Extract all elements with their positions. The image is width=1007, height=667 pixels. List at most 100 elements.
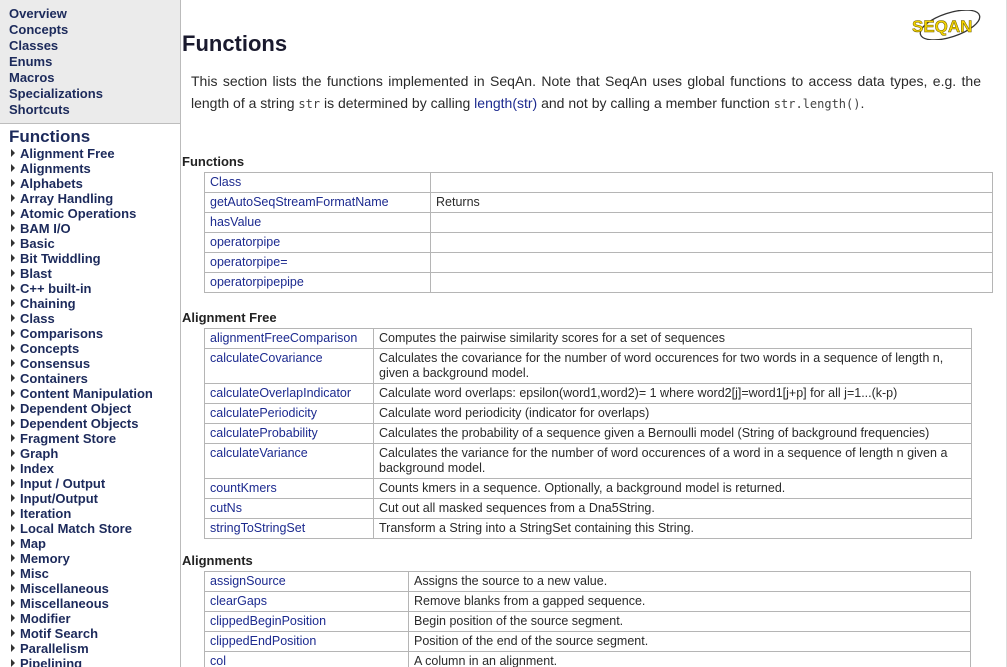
expand-triangle-icon[interactable]	[11, 329, 15, 337]
expand-triangle-icon[interactable]	[11, 554, 15, 562]
sidebar-item[interactable]: Modifier	[11, 611, 180, 626]
function-link[interactable]: getAutoSeqStreamFormatName	[210, 195, 389, 209]
nav-link-enums[interactable]: Enums	[9, 54, 180, 70]
nav-link-overview[interactable]: Overview	[9, 6, 180, 22]
expand-triangle-icon[interactable]	[11, 404, 15, 412]
expand-triangle-icon[interactable]	[11, 179, 15, 187]
expand-triangle-icon[interactable]	[11, 194, 15, 202]
sidebar-item[interactable]: Input / Output	[11, 476, 180, 491]
expand-triangle-icon[interactable]	[11, 239, 15, 247]
sidebar-item[interactable]: Chaining	[11, 296, 180, 311]
sidebar-item[interactable]: Memory	[11, 551, 180, 566]
expand-triangle-icon[interactable]	[11, 389, 15, 397]
nav-link-macros[interactable]: Macros	[9, 70, 180, 86]
sidebar-item[interactable]: Concepts	[11, 341, 180, 356]
sidebar-item[interactable]: Class	[11, 311, 180, 326]
expand-triangle-icon[interactable]	[11, 224, 15, 232]
sidebar-item[interactable]: Dependent Objects	[11, 416, 180, 431]
sidebar-item[interactable]: Content Manipulation	[11, 386, 180, 401]
sidebar-item[interactable]: Comparisons	[11, 326, 180, 341]
sidebar-item[interactable]: Parallelism	[11, 641, 180, 656]
sidebar-item[interactable]: BAM I/O	[11, 221, 180, 236]
nav-link-shortcuts[interactable]: Shortcuts	[9, 102, 180, 118]
expand-triangle-icon[interactable]	[11, 464, 15, 472]
expand-triangle-icon[interactable]	[11, 614, 15, 622]
sidebar-item[interactable]: Motif Search	[11, 626, 180, 641]
expand-triangle-icon[interactable]	[11, 434, 15, 442]
sidebar-item[interactable]: Alphabets	[11, 176, 180, 191]
nav-link-concepts[interactable]: Concepts	[9, 22, 180, 38]
expand-triangle-icon[interactable]	[11, 494, 15, 502]
sidebar-item[interactable]: Basic	[11, 236, 180, 251]
expand-triangle-icon[interactable]	[11, 524, 15, 532]
expand-triangle-icon[interactable]	[11, 479, 15, 487]
sidebar-item[interactable]: Alignments	[11, 161, 180, 176]
expand-triangle-icon[interactable]	[11, 449, 15, 457]
function-link[interactable]: calculatePeriodicity	[210, 406, 317, 420]
function-link[interactable]: assignSource	[210, 574, 286, 588]
seqan-logo[interactable]: SEQAN	[910, 10, 982, 40]
sidebar-item[interactable]: Index	[11, 461, 180, 476]
function-link[interactable]: operatorpipepipe	[210, 275, 304, 289]
function-link[interactable]: clippedBeginPosition	[210, 614, 326, 628]
sidebar-item[interactable]: C++ built-in	[11, 281, 180, 296]
function-link[interactable]: cutNs	[210, 501, 242, 515]
function-link[interactable]: Class	[210, 175, 241, 189]
function-link[interactable]: clearGaps	[210, 594, 267, 608]
function-link[interactable]: alignmentFreeComparison	[210, 331, 357, 345]
function-link[interactable]: calculateVariance	[210, 446, 308, 460]
function-link[interactable]: col	[210, 654, 226, 667]
expand-triangle-icon[interactable]	[11, 374, 15, 382]
sidebar-item[interactable]: Fragment Store	[11, 431, 180, 446]
sidebar-item[interactable]: Dependent Object	[11, 401, 180, 416]
function-link[interactable]: calculateOverlapIndicator	[210, 386, 351, 400]
expand-triangle-icon[interactable]	[11, 164, 15, 172]
sidebar-item[interactable]: Input/Output	[11, 491, 180, 506]
expand-triangle-icon[interactable]	[11, 599, 15, 607]
sidebar-item[interactable]: Consensus	[11, 356, 180, 371]
sidebar-item[interactable]: Iteration	[11, 506, 180, 521]
length-link[interactable]: length(str)	[474, 95, 537, 111]
expand-triangle-icon[interactable]	[11, 419, 15, 427]
expand-triangle-icon[interactable]	[11, 359, 15, 367]
sidebar-item[interactable]: Graph	[11, 446, 180, 461]
function-link[interactable]: operatorpipe	[210, 235, 280, 249]
expand-triangle-icon[interactable]	[11, 644, 15, 652]
sidebar-item[interactable]: Alignment Free	[11, 146, 180, 161]
expand-triangle-icon[interactable]	[11, 629, 15, 637]
sidebar-item[interactable]: Pipelining	[11, 656, 180, 667]
sidebar-item[interactable]: Atomic Operations	[11, 206, 180, 221]
sidebar-item[interactable]: Map	[11, 536, 180, 551]
nav-link-specializations[interactable]: Specializations	[9, 86, 180, 102]
expand-triangle-icon[interactable]	[11, 149, 15, 157]
expand-triangle-icon[interactable]	[11, 509, 15, 517]
expand-triangle-icon[interactable]	[11, 344, 15, 352]
nav-link-classes[interactable]: Classes	[9, 38, 180, 54]
expand-triangle-icon[interactable]	[11, 269, 15, 277]
function-link[interactable]: calculateCovariance	[210, 351, 323, 365]
function-link[interactable]: calculateProbability	[210, 426, 318, 440]
expand-triangle-icon[interactable]	[11, 254, 15, 262]
sidebar-item[interactable]: Array Handling	[11, 191, 180, 206]
sidebar-item[interactable]: Miscellaneous	[11, 596, 180, 611]
function-link[interactable]: operatorpipe=	[210, 255, 288, 269]
expand-triangle-icon[interactable]	[11, 284, 15, 292]
sidebar-item[interactable]: Local Match Store	[11, 521, 180, 536]
sidebar-item[interactable]: Misc	[11, 566, 180, 581]
function-link[interactable]: countKmers	[210, 481, 277, 495]
sidebar-item[interactable]: Containers	[11, 371, 180, 386]
expand-triangle-icon[interactable]	[11, 584, 15, 592]
function-link[interactable]: clippedEndPosition	[210, 634, 316, 648]
expand-triangle-icon[interactable]	[11, 209, 15, 217]
expand-triangle-icon[interactable]	[11, 539, 15, 547]
expand-triangle-icon[interactable]	[11, 299, 15, 307]
expand-triangle-icon[interactable]	[11, 314, 15, 322]
expand-triangle-icon[interactable]	[11, 659, 15, 667]
sidebar-item[interactable]: Miscellaneous	[11, 581, 180, 596]
sidebar-item[interactable]: Blast	[11, 266, 180, 281]
expand-triangle-icon[interactable]	[11, 569, 15, 577]
sidebar-item-label: Chaining	[20, 296, 76, 311]
function-link[interactable]: stringToStringSet	[210, 521, 305, 535]
sidebar-item[interactable]: Bit Twiddling	[11, 251, 180, 266]
function-link[interactable]: hasValue	[210, 215, 261, 229]
